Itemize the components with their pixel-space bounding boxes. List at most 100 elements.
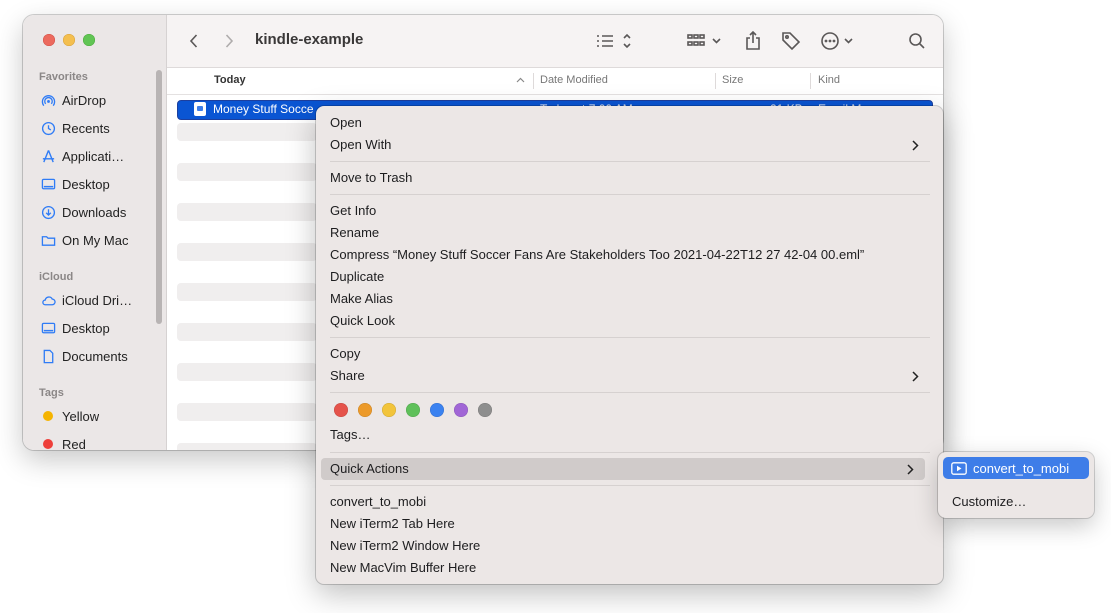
group-grid-icon bbox=[687, 34, 721, 46]
sidebar-item-label: Yellow bbox=[62, 408, 100, 424]
menu-item-convert-to-mobi[interactable]: convert_to_mobi bbox=[330, 491, 930, 513]
tag-button[interactable] bbox=[780, 29, 802, 53]
sidebar-item-label: Recents bbox=[62, 120, 110, 136]
column-kind[interactable]: Kind bbox=[818, 74, 840, 86]
empty-row bbox=[177, 203, 317, 221]
tag-blue-button[interactable] bbox=[430, 403, 444, 417]
menu-separator bbox=[330, 485, 930, 486]
share-icon bbox=[746, 31, 760, 50]
empty-row bbox=[177, 363, 317, 381]
window-title: kindle-example bbox=[255, 31, 364, 48]
sidebar: Favorites AirDrop Recents Applicati… Des… bbox=[23, 15, 167, 450]
column-separator bbox=[715, 73, 716, 89]
menu-item-move-to-trash[interactable]: Move to Trash bbox=[330, 167, 930, 189]
menu-item-share[interactable]: Share bbox=[330, 365, 930, 387]
forward-button[interactable] bbox=[220, 29, 238, 53]
empty-row bbox=[177, 403, 317, 421]
tag-gray-button[interactable] bbox=[478, 403, 492, 417]
menu-item-compress[interactable]: Compress “Money Stuff Soccer Fans Are St… bbox=[330, 244, 930, 266]
minimize-window-button[interactable] bbox=[63, 34, 75, 46]
view-options-button[interactable] bbox=[595, 29, 633, 53]
sidebar-tag-red[interactable]: Red bbox=[40, 433, 155, 450]
menu-item-label: Quick Actions bbox=[330, 461, 409, 476]
sidebar-item-airdrop[interactable]: AirDrop bbox=[40, 89, 155, 111]
empty-row bbox=[177, 123, 317, 141]
sidebar-section-tags: Tags bbox=[39, 387, 64, 399]
sidebar-item-label: Red bbox=[62, 436, 86, 451]
column-header: Today Date Modified Size Kind bbox=[167, 68, 943, 95]
chevron-right-icon bbox=[905, 458, 915, 480]
sidebar-item-label: Downloads bbox=[62, 204, 127, 220]
column-date-modified[interactable]: Date Modified bbox=[540, 74, 608, 86]
group-button[interactable] bbox=[687, 29, 723, 53]
sidebar-item-label: Documents bbox=[62, 348, 128, 364]
more-actions-button[interactable] bbox=[819, 29, 859, 53]
chevron-right-icon bbox=[910, 365, 920, 387]
download-icon bbox=[40, 204, 56, 220]
chevron-right-icon bbox=[910, 134, 920, 156]
sidebar-scrollbar[interactable] bbox=[156, 70, 162, 324]
menu-item-label: Share bbox=[330, 368, 365, 383]
sidebar-item-label: On My Mac bbox=[62, 232, 129, 248]
tag-green-button[interactable] bbox=[406, 403, 420, 417]
sidebar-item-on-my-mac[interactable]: On My Mac bbox=[40, 229, 155, 251]
menu-item-quick-actions[interactable]: Quick Actions bbox=[321, 458, 925, 480]
document-icon bbox=[40, 348, 56, 364]
sidebar-item-label: iCloud Dri… bbox=[62, 292, 133, 308]
empty-row bbox=[177, 163, 317, 181]
back-button[interactable] bbox=[185, 29, 203, 53]
sidebar-item-icloud-desktop[interactable]: Desktop bbox=[40, 317, 155, 339]
menu-item-label: Open With bbox=[330, 137, 392, 152]
sidebar-section-icloud: iCloud bbox=[39, 271, 74, 283]
sidebar-item-applications[interactable]: Applicati… bbox=[40, 145, 155, 167]
menu-separator bbox=[330, 161, 930, 162]
menu-item-get-info[interactable]: Get Info bbox=[330, 200, 930, 222]
share-button[interactable] bbox=[743, 29, 763, 53]
menu-item-tags[interactable]: Tags… bbox=[330, 424, 930, 446]
list-view-icon bbox=[597, 33, 631, 49]
tag-yellow-button[interactable] bbox=[382, 403, 396, 417]
search-button[interactable] bbox=[907, 29, 927, 53]
menu-item-quick-look[interactable]: Quick Look bbox=[330, 310, 930, 332]
sidebar-item-icloud-drive[interactable]: iCloud Dri… bbox=[40, 289, 155, 311]
submenu-item-convert-to-mobi[interactable]: convert_to_mobi bbox=[943, 457, 1089, 479]
sidebar-item-downloads[interactable]: Downloads bbox=[40, 201, 155, 223]
sidebar-item-recents[interactable]: Recents bbox=[40, 117, 155, 139]
sidebar-item-label: Applicati… bbox=[62, 148, 125, 164]
menu-item-open[interactable]: Open bbox=[330, 112, 930, 134]
tag-color-dot bbox=[43, 411, 53, 421]
empty-row bbox=[177, 243, 317, 261]
menu-separator bbox=[330, 452, 930, 453]
email-file-icon bbox=[194, 102, 206, 116]
menu-item-new-iterm2-tab[interactable]: New iTerm2 Tab Here bbox=[330, 513, 930, 535]
sort-ascending-icon bbox=[516, 77, 525, 83]
sidebar-item-desktop[interactable]: Desktop bbox=[40, 173, 155, 195]
column-size[interactable]: Size bbox=[722, 74, 743, 86]
menu-item-duplicate[interactable]: Duplicate bbox=[330, 266, 930, 288]
tag-color-dot bbox=[43, 439, 53, 449]
sidebar-tag-yellow[interactable]: Yellow bbox=[40, 405, 155, 427]
tag-purple-button[interactable] bbox=[454, 403, 468, 417]
tag-orange-button[interactable] bbox=[358, 403, 372, 417]
column-name[interactable]: Today bbox=[214, 74, 246, 86]
applications-icon bbox=[40, 148, 56, 164]
zoom-window-button[interactable] bbox=[83, 34, 95, 46]
menu-item-copy[interactable]: Copy bbox=[330, 343, 930, 365]
sidebar-item-label: Desktop bbox=[62, 320, 110, 336]
menu-item-new-macvim-buffer[interactable]: New MacVim Buffer Here bbox=[330, 557, 930, 579]
menu-separator bbox=[330, 337, 930, 338]
menu-separator bbox=[330, 194, 930, 195]
context-menu: Open Open With Move to Trash Get Info Re… bbox=[316, 106, 943, 584]
close-window-button[interactable] bbox=[43, 34, 55, 46]
menu-item-new-iterm2-window[interactable]: New iTerm2 Window Here bbox=[330, 535, 930, 557]
menu-item-make-alias[interactable]: Make Alias bbox=[330, 288, 930, 310]
search-icon bbox=[909, 33, 925, 49]
tag-red-button[interactable] bbox=[334, 403, 348, 417]
menu-item-open-with[interactable]: Open With bbox=[330, 134, 930, 156]
submenu-item-customize[interactable]: Customize… bbox=[952, 491, 1026, 513]
tag-icon bbox=[782, 32, 801, 51]
menu-item-rename[interactable]: Rename bbox=[330, 222, 930, 244]
ellipsis-circle-icon bbox=[821, 32, 853, 50]
sidebar-item-label: Desktop bbox=[62, 176, 110, 192]
sidebar-item-documents[interactable]: Documents bbox=[40, 345, 155, 367]
